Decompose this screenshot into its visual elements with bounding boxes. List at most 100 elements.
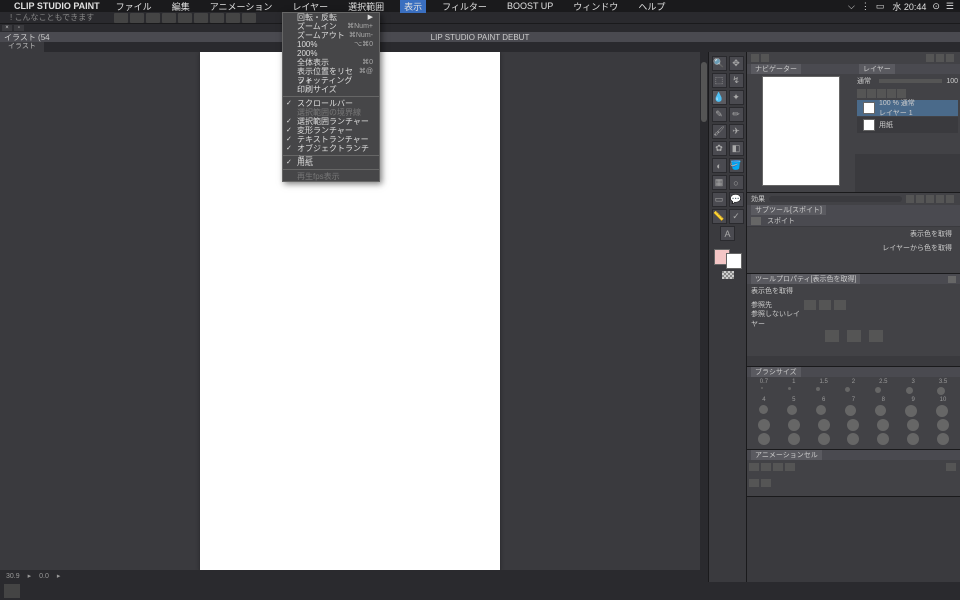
menu-fit-all[interactable]: 全体表示⌘0	[283, 58, 379, 67]
brush-size-dot[interactable]	[816, 387, 820, 391]
toolbar-btn[interactable]	[226, 13, 240, 23]
color-swatches[interactable]	[714, 249, 742, 269]
brush-size-dot[interactable]	[905, 405, 917, 417]
layer-row[interactable]: 100 % 通常 レイヤー 1	[857, 100, 958, 116]
tool-frame[interactable]: ▭	[712, 192, 727, 207]
menu-paper[interactable]: ✓用紙	[283, 158, 379, 167]
brush-strip-icon[interactable]	[906, 195, 914, 203]
brush-strip-icon[interactable]	[946, 195, 954, 203]
brush-size-dot[interactable]	[875, 405, 886, 416]
brush-size-dot[interactable]	[758, 419, 770, 431]
menu-text-launcher[interactable]: ✓テキストランチャー	[283, 135, 379, 144]
brush-size-dot[interactable]	[875, 387, 881, 393]
brush-size-dot[interactable]	[788, 387, 791, 390]
menu-200pct[interactable]: 200%	[283, 49, 379, 58]
toolbar-btn[interactable]	[146, 13, 160, 23]
quickbar-icon[interactable]	[936, 54, 944, 62]
layer-icon[interactable]	[897, 89, 906, 98]
menu-selection-launcher[interactable]: ✓選択範囲ランチャー	[283, 117, 379, 126]
brush-size-dot[interactable]	[937, 387, 945, 395]
menu-object-launcher[interactable]: ✓オブジェクトランチャー	[283, 144, 379, 153]
tool-fill[interactable]: 🪣	[729, 158, 744, 173]
layer-icon[interactable]	[877, 89, 886, 98]
brush-size-dot[interactable]	[788, 419, 800, 431]
brush-size-dot[interactable]	[906, 387, 913, 394]
animationcell-header[interactable]: アニメーションセル	[747, 450, 960, 460]
ref-option[interactable]	[819, 300, 831, 310]
menu-scrollbar[interactable]: ✓スクロールバー	[283, 99, 379, 108]
toolbar-btn[interactable]	[130, 13, 144, 23]
tool-move[interactable]: ✥	[729, 56, 744, 71]
menu-zoom-in[interactable]: ズームイン⌘Num+	[283, 22, 379, 31]
menu-view[interactable]: 表示	[400, 0, 426, 13]
toolproperty-header[interactable]: ツールプロパティ[表示色を取得]	[747, 274, 960, 284]
noref-option[interactable]	[847, 330, 861, 342]
tool-pencil[interactable]: ✏	[729, 107, 744, 122]
tool-figure[interactable]: ○	[729, 175, 744, 190]
toolbar-btn[interactable]	[242, 13, 256, 23]
tool-pen[interactable]: ✎	[712, 107, 727, 122]
menu-rotate-flip[interactable]: 回転・反転▶	[283, 13, 379, 22]
quickbar-icon[interactable]	[761, 54, 769, 62]
brush-size-dot[interactable]	[847, 433, 859, 445]
subtool-tab[interactable]: サブツール[スポイト]	[751, 205, 826, 215]
ref-option[interactable]	[804, 300, 816, 310]
navigator-tab[interactable]: ナビゲーター	[751, 64, 801, 74]
wifi-icon[interactable]: ⋮	[861, 1, 870, 12]
toolbar-btn[interactable]	[194, 13, 208, 23]
brushsize-tab[interactable]: ブラシサイズ	[751, 367, 801, 377]
quickbar-icon[interactable]	[946, 54, 954, 62]
document-tab[interactable]: イラスト	[0, 42, 44, 52]
layer-icon[interactable]	[867, 89, 876, 98]
menu-zoom-out[interactable]: ズームアウト⌘Num-	[283, 31, 379, 40]
menu-animation[interactable]: アニメーション	[206, 0, 277, 13]
tab-close[interactable]: ×	[2, 25, 12, 31]
brush-size-dot[interactable]	[936, 405, 948, 417]
tool-airbrush[interactable]: ✈	[729, 124, 744, 139]
layer-icon[interactable]	[887, 89, 896, 98]
brush-strip-icon[interactable]	[916, 195, 924, 203]
toolproperty-tab[interactable]: ツールプロパティ[表示色を取得]	[751, 274, 860, 284]
bluetooth-icon[interactable]: ⌵	[848, 1, 855, 12]
brushsize-header[interactable]: ブラシサイズ	[747, 367, 960, 377]
spotlight-icon[interactable]: ⊙	[932, 1, 940, 12]
noref-option[interactable]	[869, 330, 883, 342]
tab-close[interactable]: ▫	[14, 25, 24, 31]
blend-mode[interactable]: 通常	[857, 76, 871, 86]
toolbar-btn[interactable]	[210, 13, 224, 23]
brush-size-dot[interactable]	[877, 419, 889, 431]
subtool-item[interactable]: スポイト	[747, 215, 960, 227]
brush-size-dot[interactable]	[758, 433, 770, 445]
tool-select[interactable]: ⬚	[712, 73, 727, 88]
subtool-header[interactable]: サブツール[スポイト]	[747, 205, 960, 215]
toolbar-btn[interactable]	[162, 13, 176, 23]
brush-size-dot[interactable]	[937, 433, 949, 445]
noref-option[interactable]	[825, 330, 839, 342]
brush-size-dot[interactable]	[818, 419, 830, 431]
animationcell-tab[interactable]: アニメーションセル	[751, 450, 822, 460]
tool-wand[interactable]: ✦	[729, 90, 744, 105]
brush-size-dot[interactable]	[788, 433, 800, 445]
toolbar-btn[interactable]	[178, 13, 192, 23]
menu-boostup[interactable]: BOOST UP	[503, 1, 557, 11]
quickbar-icon[interactable]	[751, 54, 759, 62]
tool-eraser[interactable]: ◧	[729, 141, 744, 156]
tool-gradient[interactable]: ▦	[712, 175, 727, 190]
tool-decoration[interactable]: ✿	[712, 141, 727, 156]
vertical-scrollbar[interactable]	[700, 52, 708, 600]
background-color[interactable]	[726, 253, 742, 269]
menu-edit[interactable]: 編集	[168, 0, 194, 13]
battery-icon[interactable]: ▭	[876, 1, 885, 12]
angle-value[interactable]: 0.0	[39, 573, 49, 580]
anim-icon[interactable]	[773, 463, 783, 471]
quickbar-icon[interactable]	[926, 54, 934, 62]
menu-selection[interactable]: 選択範囲	[344, 0, 388, 13]
notifications-icon[interactable]: ☰	[946, 1, 954, 12]
brush-size-dot[interactable]	[787, 405, 797, 415]
ref-option[interactable]	[834, 300, 846, 310]
menu-fitting[interactable]: フィッティング	[283, 76, 379, 85]
anim-icon[interactable]	[785, 463, 795, 471]
tool-blend[interactable]: ◐	[712, 158, 727, 173]
menu-filter[interactable]: フィルター	[438, 0, 491, 13]
menu-layer[interactable]: レイヤー	[288, 0, 332, 13]
